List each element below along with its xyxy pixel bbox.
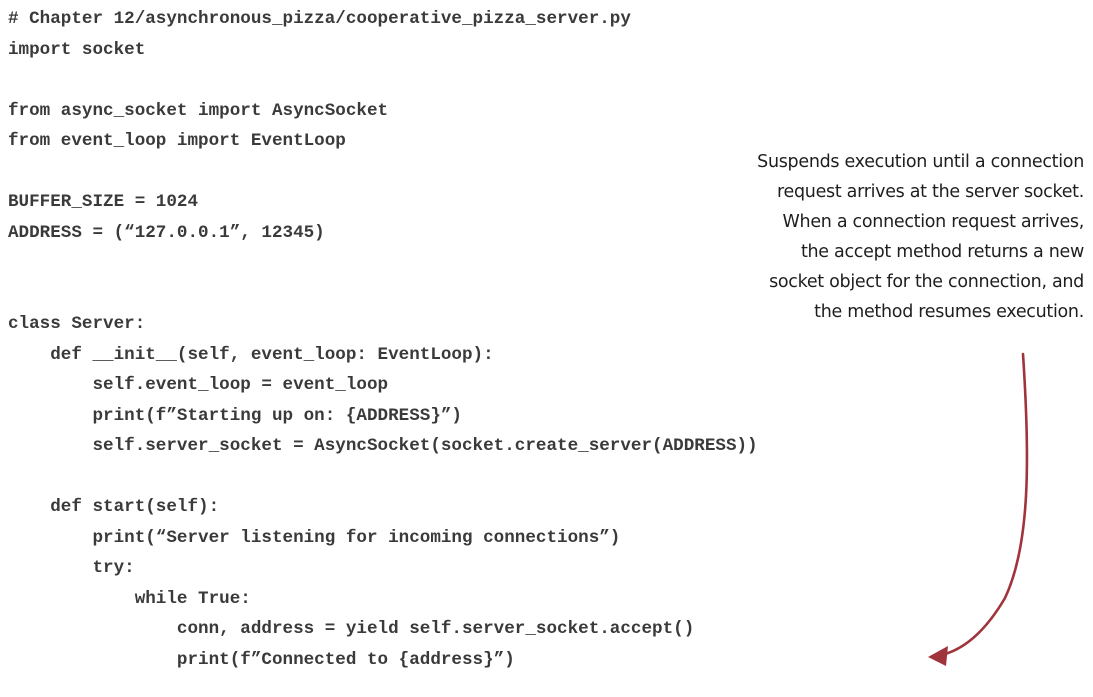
code-line: self.event_loop = event_loop <box>8 375 389 395</box>
code-line: conn, address = yield self.server_socket… <box>8 619 695 639</box>
page: # Chapter 12/asynchronous_pizza/cooperat… <box>0 0 1093 697</box>
code-line: print(“Server listening for incoming con… <box>8 527 621 548</box>
code-line: from async_socket import AsyncSocket <box>8 100 389 121</box>
code-listing: # Chapter 12/asynchronous_pizza/cooperat… <box>8 4 758 675</box>
annotation-callout: Suspends execution until a connection req… <box>614 147 1084 327</box>
code-line: try: <box>8 558 135 578</box>
arrow-curve <box>943 352 1029 656</box>
annotation-line: request arrives at the server socket. <box>777 182 1084 202</box>
code-line: self.server_socket = AsyncSocket(socket.… <box>8 436 758 456</box>
annotation-line: Suspends execution until a connection <box>757 152 1084 172</box>
annotation-line: the accept method returns a new <box>800 242 1084 262</box>
code-line: print(f”Starting up on: {ADDRESS}”) <box>8 405 462 426</box>
code-line: print(f”Connected to {address}”) <box>8 649 515 670</box>
code-line: import socket <box>8 39 146 60</box>
code-line: while True: <box>8 588 251 609</box>
annotation-line: When a connection request arrives, <box>782 212 1085 232</box>
code-line: # Chapter 12/asynchronous_pizza/cooperat… <box>8 9 631 29</box>
arrow-head <box>928 646 948 666</box>
annotation-line: the method resumes execution. <box>814 302 1084 322</box>
annotation-line: socket object for the connection, and <box>769 272 1084 292</box>
code-line: def __init__(self, event_loop: EventLoop… <box>8 344 494 365</box>
code-line: def start(self): <box>8 497 220 517</box>
